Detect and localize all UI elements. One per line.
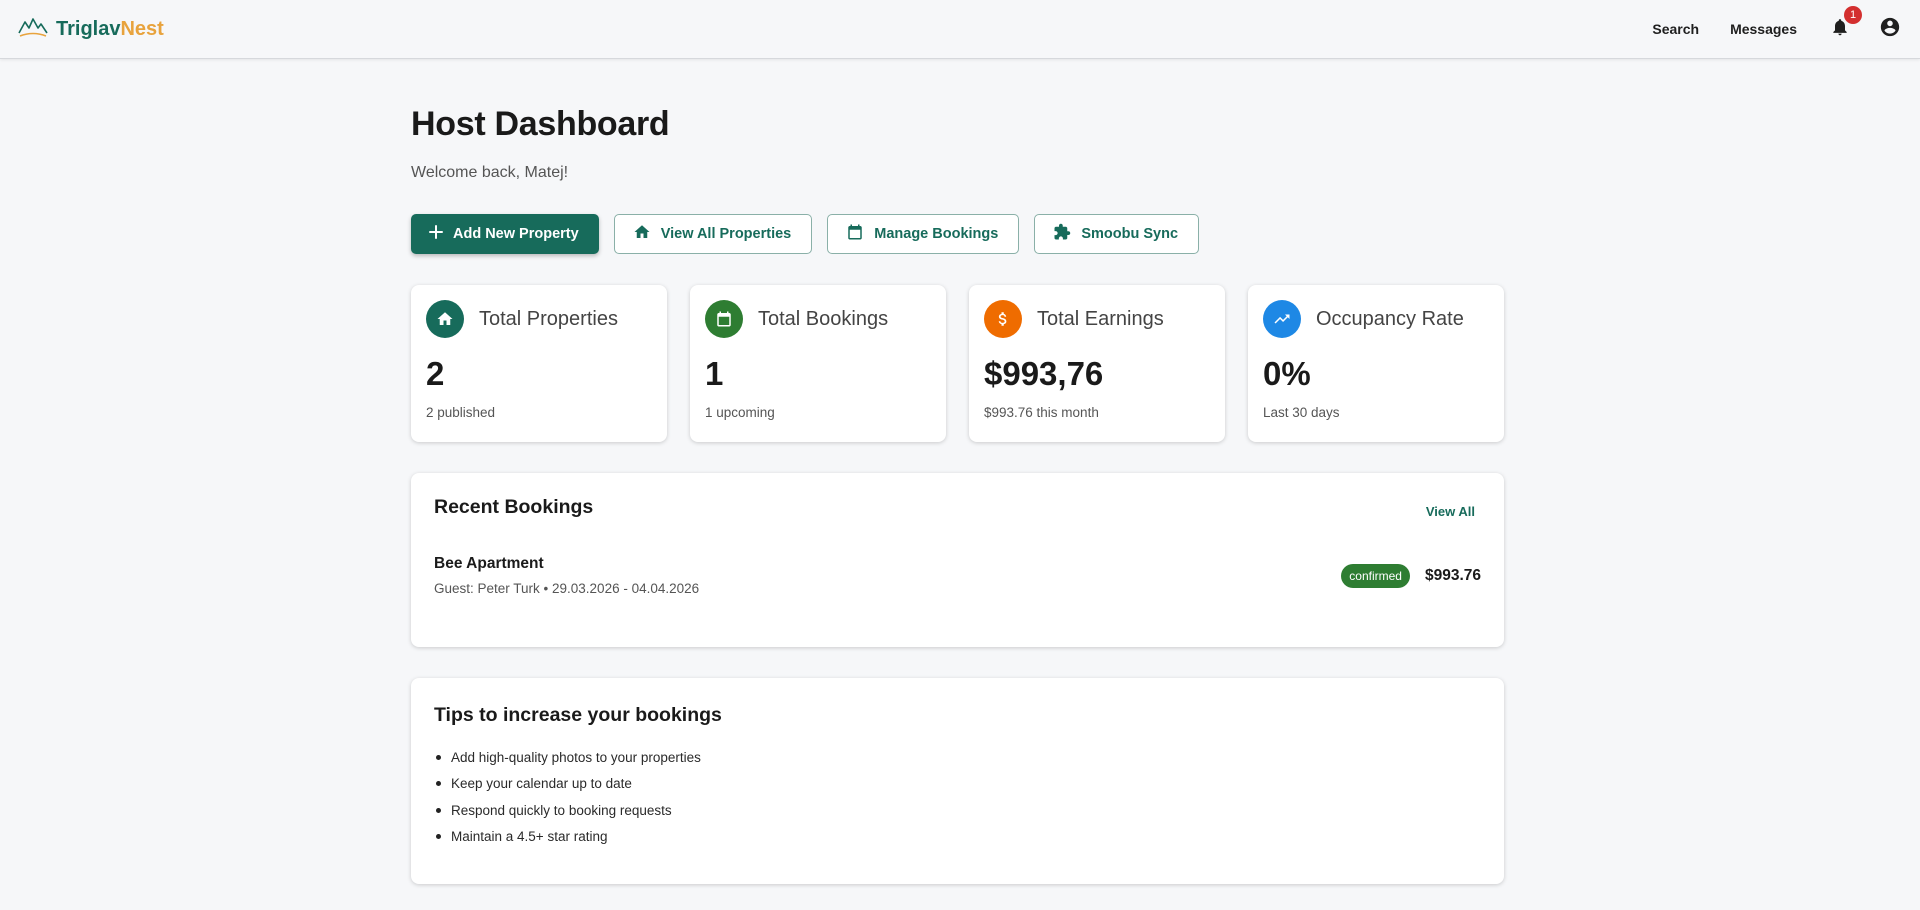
plus-icon <box>429 225 443 243</box>
top-navigation-bar: TriglavNest Search Messages 1 <box>0 0 1920 59</box>
stat-card-total-earnings: Total Earnings $993,76 $993.76 this mont… <box>969 285 1225 442</box>
nav-messages-link[interactable]: Messages <box>1730 21 1797 37</box>
notification-count-badge: 1 <box>1844 6 1862 24</box>
nav-search-link[interactable]: Search <box>1652 21 1699 37</box>
stat-label: Occupancy Rate <box>1316 307 1464 330</box>
main-content: Host Dashboard Welcome back, Matej! Add … <box>411 59 1504 884</box>
mountain-logo-icon <box>18 16 48 43</box>
view-all-properties-button[interactable]: View All Properties <box>613 214 813 254</box>
stat-subtext: 2 published <box>426 405 496 420</box>
stat-label: Total Properties <box>479 307 618 330</box>
stat-value: 2 <box>426 355 445 392</box>
action-buttons: Add New Property View All Properties Man… <box>411 214 1504 254</box>
manage-bookings-button[interactable]: Manage Bookings <box>827 214 1020 254</box>
stat-subtext: $993.76 this month <box>984 405 1099 420</box>
recent-bookings-card: Recent Bookings View All Bee Apartment G… <box>411 473 1504 647</box>
brand-name-first: Triglav <box>56 17 121 40</box>
stat-label: Total Earnings <box>1037 307 1164 330</box>
smoobu-sync-button[interactable]: Smoobu Sync <box>1034 214 1200 254</box>
stat-subtext: Last 30 days <box>1263 405 1340 420</box>
stat-value: 0% <box>1263 355 1311 392</box>
stats-row: Total Properties 2 2 published Total Boo… <box>411 285 1504 442</box>
tips-card: Tips to increase your bookings Add high-… <box>411 678 1504 884</box>
stat-card-total-properties: Total Properties 2 2 published <box>411 285 667 442</box>
stat-subtext: 1 upcoming <box>705 405 775 420</box>
home-icon <box>426 300 464 338</box>
tips-list: Add high-quality photos to your properti… <box>434 744 1481 850</box>
stat-value: $993,76 <box>984 355 1104 392</box>
recent-bookings-title: Recent Bookings <box>434 496 594 518</box>
brand-name-second: Nest <box>120 17 164 40</box>
account-circle-icon <box>1879 16 1901 43</box>
page-title: Host Dashboard <box>411 105 670 143</box>
stat-label: Total Bookings <box>758 307 889 330</box>
home-icon <box>633 223 651 245</box>
smoobu-sync-label: Smoobu Sync <box>1081 226 1179 242</box>
booking-details: Guest: Peter Turk • 29.03.2026 - 04.04.2… <box>434 581 700 596</box>
welcome-message: Welcome back, Matej! <box>411 164 569 181</box>
booking-property-name: Bee Apartment <box>434 555 544 572</box>
account-button[interactable] <box>1878 17 1902 41</box>
stat-value: 1 <box>705 355 724 392</box>
add-new-property-label: Add New Property <box>453 226 579 242</box>
calendar-icon <box>846 223 864 245</box>
dollar-icon <box>984 300 1022 338</box>
booking-status-badge: confirmed <box>1341 563 1410 588</box>
puzzle-icon <box>1053 223 1071 245</box>
brand-name: TriglavNest <box>56 18 164 41</box>
add-new-property-button[interactable]: Add New Property <box>411 214 599 254</box>
tip-item: Keep your calendar up to date <box>434 771 1481 798</box>
notifications-button[interactable]: 1 <box>1828 6 1862 41</box>
tip-item: Maintain a 4.5+ star rating <box>434 824 1481 851</box>
manage-bookings-label: Manage Bookings <box>874 226 999 242</box>
booking-row[interactable]: Bee Apartment Guest: Peter Turk • 29.03.… <box>434 555 1481 596</box>
brand-logo[interactable]: TriglavNest <box>18 16 164 43</box>
stat-card-total-bookings: Total Bookings 1 1 upcoming <box>690 285 946 442</box>
view-all-properties-label: View All Properties <box>660 226 792 242</box>
calendar-icon <box>705 300 743 338</box>
tip-item: Respond quickly to booking requests <box>434 797 1481 824</box>
tip-item: Add high-quality photos to your properti… <box>434 744 1481 771</box>
stat-card-occupancy-rate: Occupancy Rate 0% Last 30 days <box>1248 285 1504 442</box>
nav-right: Search Messages 1 <box>1652 6 1902 41</box>
booking-amount: $993.76 <box>1424 566 1481 584</box>
tips-title: Tips to increase your bookings <box>434 704 722 726</box>
trending-up-icon <box>1263 300 1301 338</box>
view-all-bookings-link[interactable]: View All <box>1426 504 1475 519</box>
